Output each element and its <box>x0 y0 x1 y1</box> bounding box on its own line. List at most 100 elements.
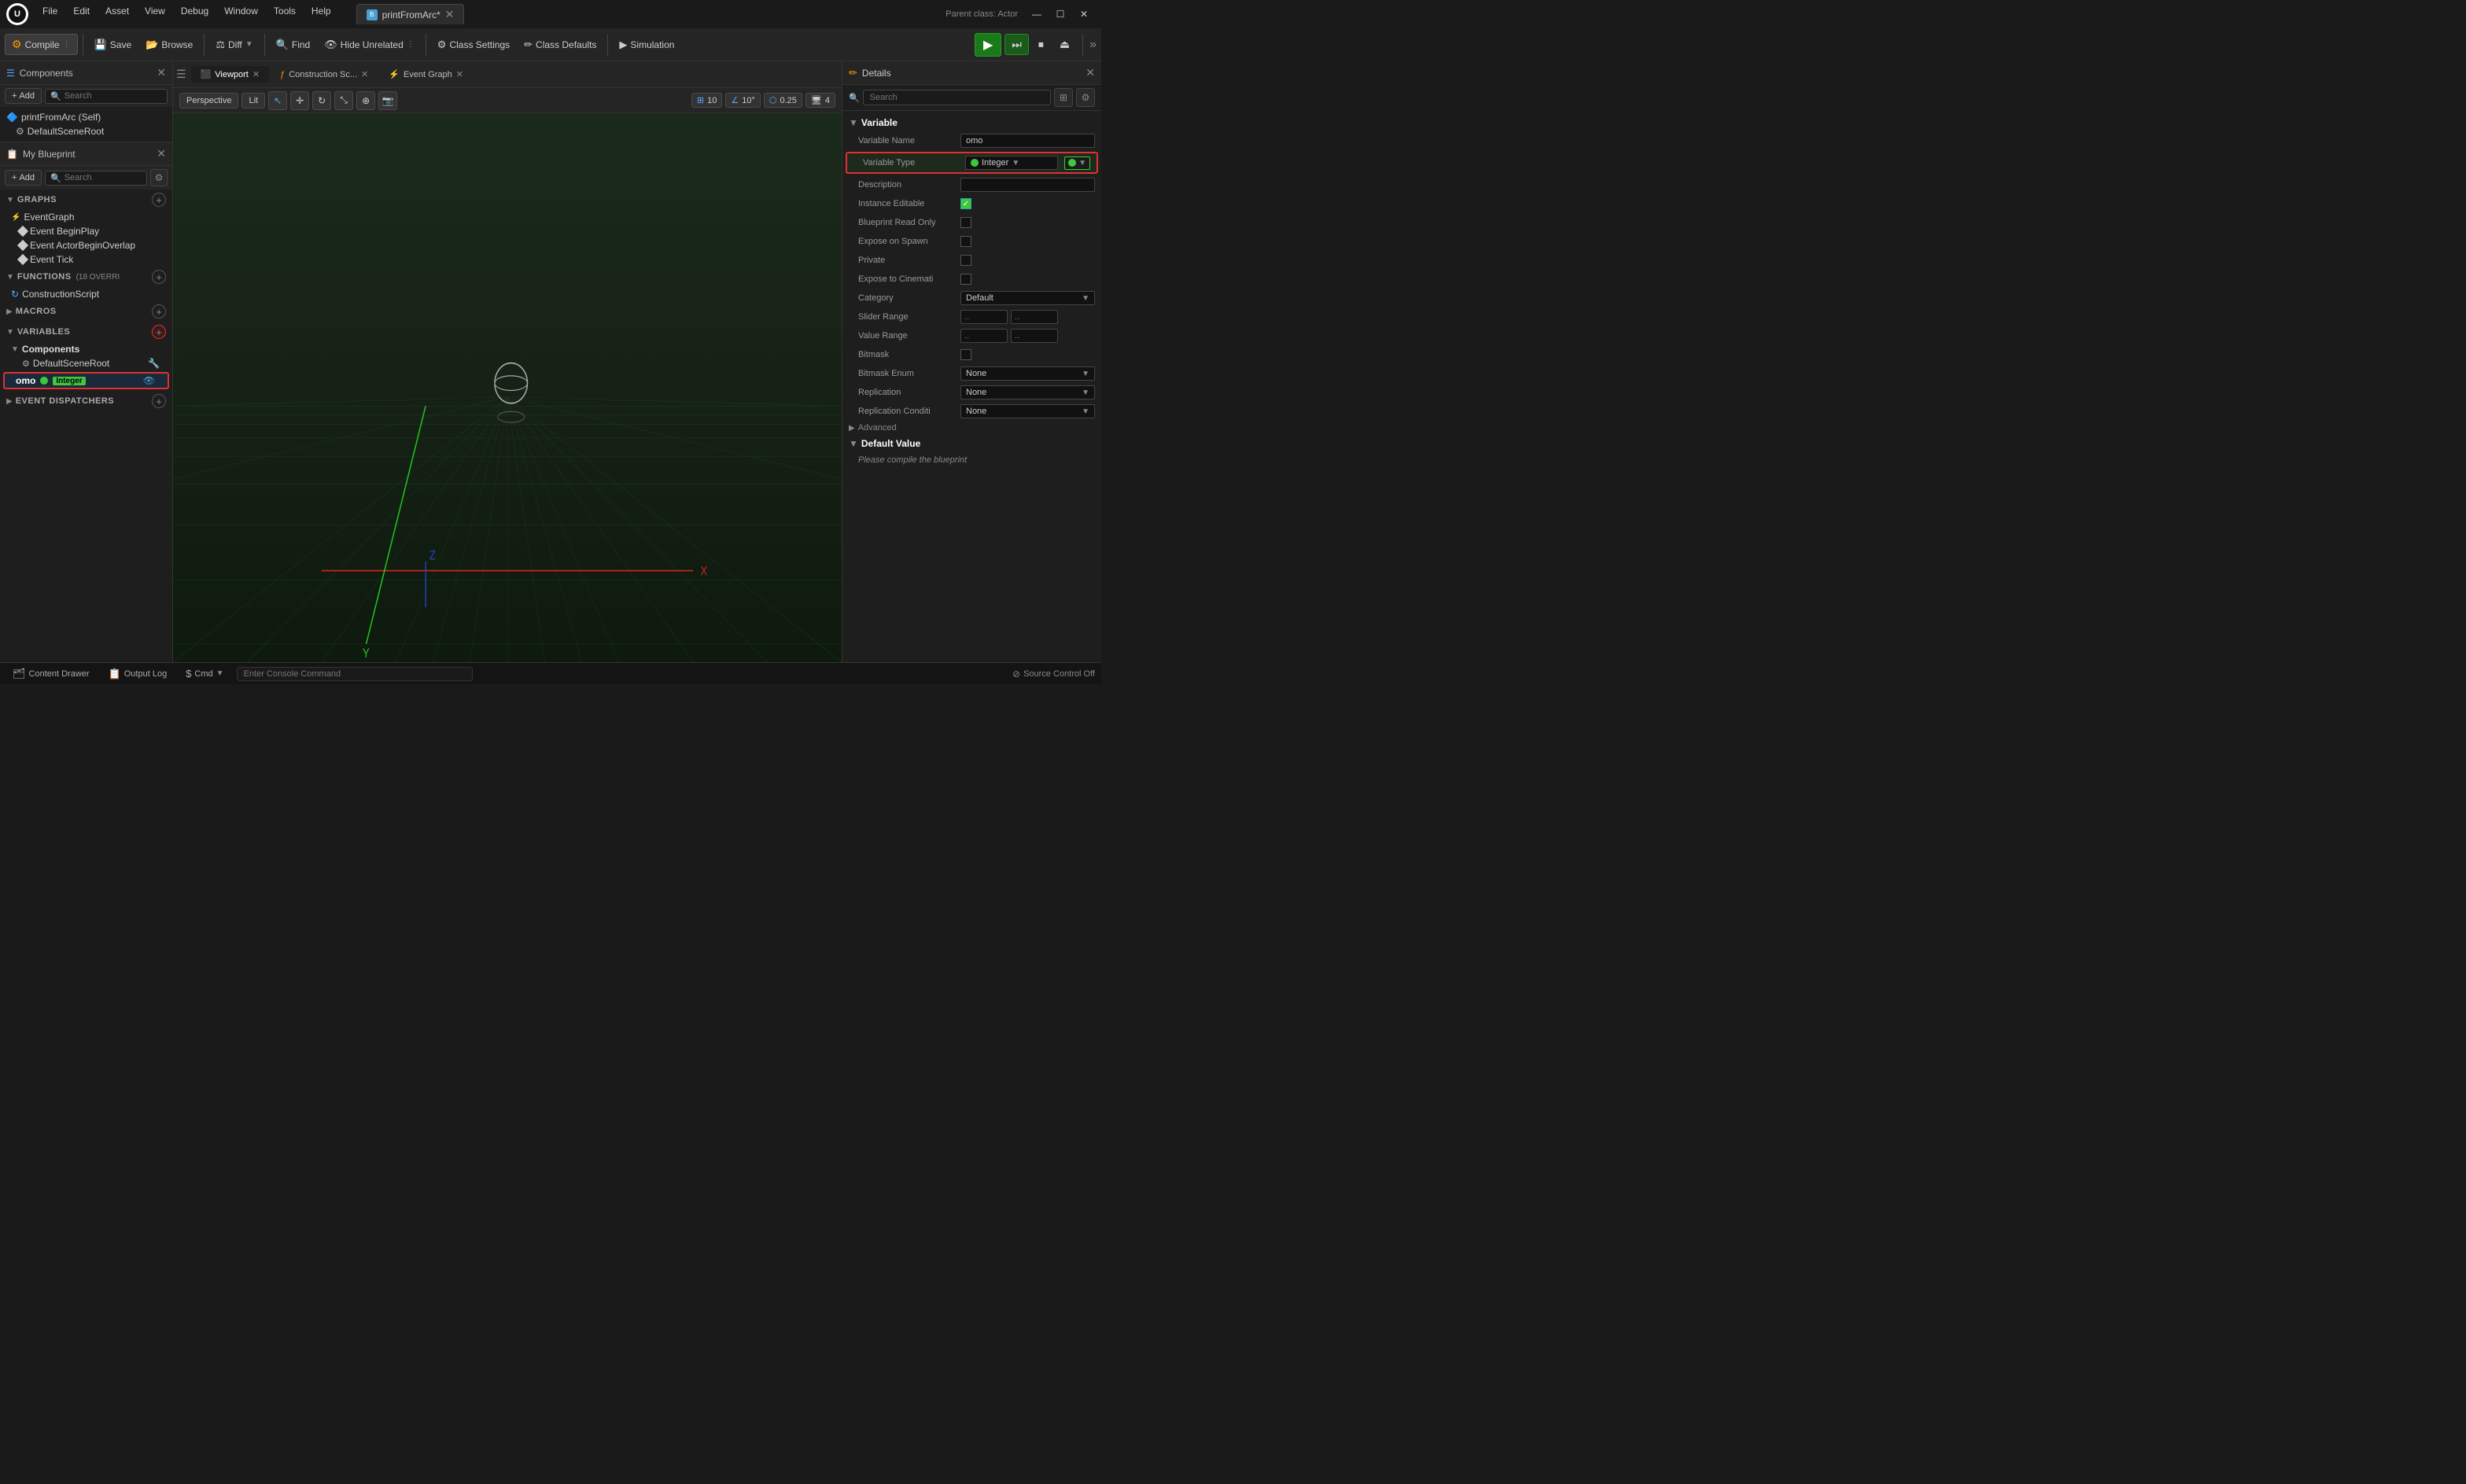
viewport-menu-icon[interactable]: ☰ <box>176 68 186 81</box>
expose-to-cinemati-checkbox[interactable] <box>960 274 971 285</box>
variables-add-btn[interactable]: + <box>152 325 166 339</box>
class-defaults-button[interactable]: ✏ Class Defaults <box>518 35 603 54</box>
macros-category[interactable]: ▶ MACROS + <box>0 301 172 322</box>
viewport-3d[interactable]: X Y Z <box>173 113 842 662</box>
viewport-tab-close[interactable]: ✕ <box>252 69 260 79</box>
stop-button[interactable]: ⏹ <box>1032 35 1050 54</box>
construction-sc-tab[interactable]: ƒ Construction Sc... ✕ <box>271 66 378 83</box>
grid-snap-btn[interactable]: ⊞ 10 <box>691 93 722 108</box>
blueprint-close-btn[interactable]: ✕ <box>157 147 166 160</box>
omo-var-item[interactable]: omo Integer 👁 <box>3 372 169 389</box>
components-search-input[interactable] <box>65 91 162 101</box>
select-tool-btn[interactable]: ↖ <box>268 91 287 110</box>
event-graph-tab[interactable]: ⚡ Event Graph ✕ <box>379 66 473 83</box>
graphs-category[interactable]: ▼ GRAPHS + <box>0 190 172 210</box>
menu-view[interactable]: View <box>138 4 171 24</box>
components-close-btn[interactable]: ✕ <box>157 66 166 79</box>
cmd-btn[interactable]: $ Cmd ▼ <box>179 666 230 681</box>
functions-category[interactable]: ▼ FUNCTIONS (18 OVERRI + <box>0 267 172 287</box>
eject-button[interactable]: ⏏ <box>1053 35 1076 54</box>
blueprint-add-btn[interactable]: + Add <box>5 170 42 186</box>
replication-conditi-dropdown[interactable]: None ▼ <box>960 404 1095 418</box>
rotation-snap-btn[interactable]: ∠ 10° <box>725 93 761 108</box>
details-close-btn[interactable]: ✕ <box>1086 66 1095 79</box>
event-beginplay-item[interactable]: Event BeginPlay <box>0 224 172 238</box>
macros-add-btn[interactable]: + <box>152 304 166 319</box>
camera-tool-btn[interactable]: 📷 <box>378 91 397 110</box>
bitmask-enum-dropdown[interactable]: None ▼ <box>960 366 1095 381</box>
instance-editable-checkbox[interactable]: ✓ <box>960 198 971 209</box>
details-gear-btn[interactable]: ⚙ <box>1076 88 1095 107</box>
event-dispatchers-category[interactable]: ▶ EVENT DISPATCHERS + <box>0 391 172 411</box>
blueprint-gear-btn[interactable]: ⚙ <box>150 169 168 186</box>
menu-file[interactable]: File <box>36 4 64 24</box>
menu-tools[interactable]: Tools <box>267 4 302 24</box>
variable-section-header[interactable]: ▼ Variable <box>842 114 1101 131</box>
default-scene-root-var-item[interactable]: ⚙ DefaultSceneRoot 🔧 <box>0 356 172 370</box>
play-next-button[interactable]: ⏭ <box>1004 34 1029 55</box>
blueprint-read-only-checkbox[interactable] <box>960 217 971 228</box>
file-tab[interactable]: B printFromArc* ✕ <box>356 4 465 24</box>
maximize-btn[interactable]: ☐ <box>1049 5 1071 24</box>
graphs-add-btn[interactable]: + <box>152 193 166 207</box>
description-input[interactable] <box>960 178 1095 192</box>
scale-tool-btn[interactable]: ⤡ <box>334 91 353 110</box>
hide-unrelated-button[interactable]: 👁 Hide Unrelated ⋮ <box>318 35 421 54</box>
perspective-btn[interactable]: Perspective <box>179 93 238 109</box>
browse-button[interactable]: 📂 Browse <box>139 35 199 54</box>
tab-close-btn[interactable]: ✕ <box>445 8 455 21</box>
omo-visibility-icon[interactable]: 👁 <box>143 375 155 386</box>
event-graph-tab-close[interactable]: ✕ <box>456 69 463 79</box>
compile-button[interactable]: ⚙ Compile ⋮ <box>5 34 78 55</box>
bitmask-checkbox[interactable] <box>960 349 971 360</box>
category-dropdown[interactable]: Default ▼ <box>960 291 1095 305</box>
slider-range-min[interactable] <box>960 310 1008 324</box>
slider-range-max[interactable] <box>1011 310 1058 324</box>
hide-options-icon[interactable]: ⋮ <box>407 40 415 49</box>
value-range-max[interactable] <box>1011 329 1058 343</box>
output-log-btn[interactable]: 📋 Output Log <box>102 666 174 682</box>
components-add-btn[interactable]: + Add <box>5 88 42 104</box>
screen-size-btn[interactable]: 🖥 4 <box>805 93 835 108</box>
functions-add-btn[interactable]: + <box>152 270 166 284</box>
compile-dropdown-icon[interactable]: ⋮ <box>63 40 71 49</box>
component-self-item[interactable]: 🔷 printFromArc (Self) <box>0 110 172 124</box>
private-checkbox[interactable] <box>960 255 971 266</box>
menu-asset[interactable]: Asset <box>99 4 135 24</box>
expose-on-spawn-checkbox[interactable] <box>960 236 971 247</box>
variable-name-input[interactable] <box>960 134 1095 148</box>
type-qualifier-dropdown[interactable]: ▼ <box>1064 157 1090 170</box>
console-input[interactable] <box>237 667 473 681</box>
menu-debug[interactable]: Debug <box>175 4 215 24</box>
event-graph-item[interactable]: ⚡ EventGraph <box>0 210 172 224</box>
move-tool-btn[interactable]: ✛ <box>290 91 309 110</box>
replication-dropdown[interactable]: None ▼ <box>960 385 1095 400</box>
variables-category[interactable]: ▼ VARIABLES + <box>0 322 172 342</box>
source-control[interactable]: ⊘ Source Control Off <box>1012 668 1095 679</box>
diff-button[interactable]: ⚖ Diff ▼ <box>209 35 259 54</box>
toolbar-more-icon[interactable]: » <box>1089 38 1097 52</box>
rotate-tool-btn[interactable]: ↻ <box>312 91 331 110</box>
construction-sc-tab-close[interactable]: ✕ <box>361 69 368 79</box>
play-button[interactable]: ▶ <box>975 33 1001 57</box>
component-root-item[interactable]: ⚙ DefaultSceneRoot <box>0 124 172 138</box>
viewport-tab[interactable]: ⬛ Viewport ✕ <box>191 66 270 83</box>
event-tick-item[interactable]: Event Tick <box>0 252 172 267</box>
content-drawer-btn[interactable]: 🗂 Content Drawer <box>6 666 96 682</box>
menu-edit[interactable]: Edit <box>67 4 96 24</box>
simulation-button[interactable]: ▶ Simulation <box>613 35 680 54</box>
event-beginoverlap-item[interactable]: Event ActorBeginOverlap <box>0 238 172 252</box>
details-search-input[interactable] <box>863 90 1051 105</box>
scale-snap-btn[interactable]: ⬡ 0.25 <box>764 93 802 108</box>
default-value-section-header[interactable]: ▼ Default Value <box>842 435 1101 452</box>
diff-dropdown-icon[interactable]: ▼ <box>245 40 253 49</box>
construction-script-item[interactable]: ↻ ConstructionScript <box>0 287 172 301</box>
blueprint-search-input[interactable] <box>65 173 142 182</box>
menu-window[interactable]: Window <box>218 4 264 24</box>
close-btn[interactable]: ✕ <box>1073 5 1095 24</box>
value-range-min[interactable] <box>960 329 1008 343</box>
advanced-row[interactable]: ▶ Advanced <box>842 421 1101 435</box>
details-grid-btn[interactable]: ⊞ <box>1054 88 1073 107</box>
variable-type-dropdown[interactable]: Integer ▼ <box>965 156 1058 170</box>
class-settings-button[interactable]: ⚙ Class Settings <box>431 35 516 54</box>
